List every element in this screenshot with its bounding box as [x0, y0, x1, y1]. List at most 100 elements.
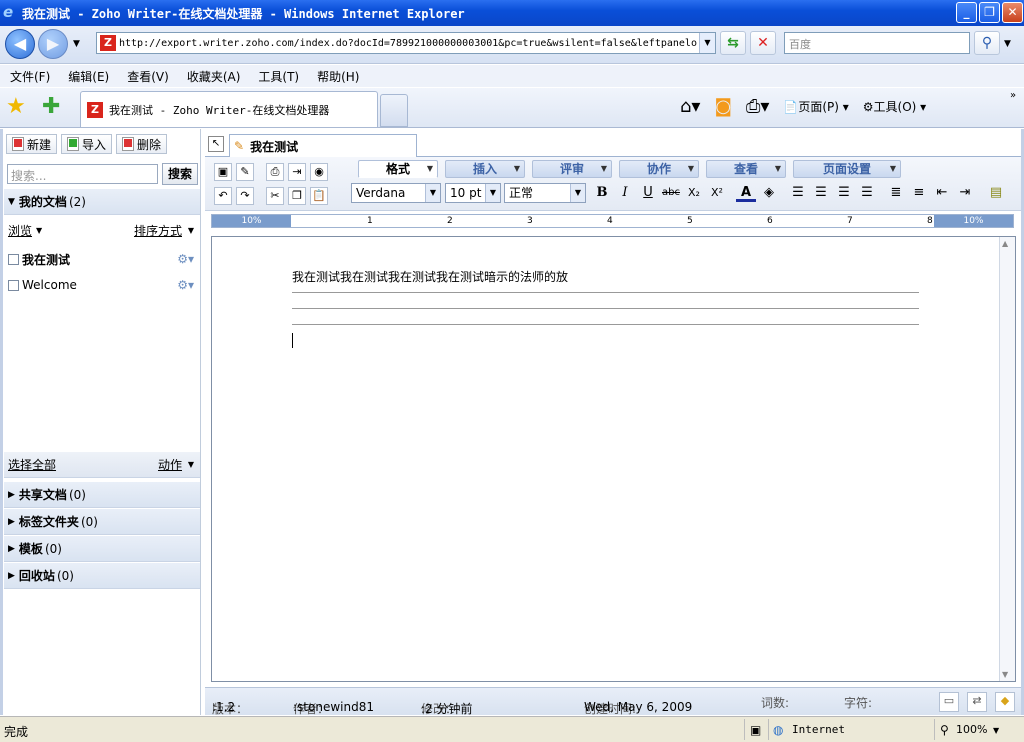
- numbered-list-icon[interactable]: ≣: [886, 184, 906, 202]
- actions-dropdown-icon[interactable]: ▼: [188, 460, 194, 469]
- gear-icon[interactable]: ⚙▾: [177, 278, 194, 292]
- paste-icon[interactable]: 📋: [310, 187, 328, 205]
- sort-link[interactable]: 排序方式: [134, 222, 182, 239]
- minimize-button[interactable]: _: [956, 2, 977, 23]
- doc-name[interactable]: 我在测试: [22, 251, 70, 268]
- import-button[interactable]: 导入: [61, 134, 113, 154]
- forward-button[interactable]: ▶: [38, 29, 68, 59]
- tab-insert[interactable]: 插入 ▼: [445, 160, 525, 178]
- save-icon[interactable]: ▣: [214, 163, 232, 181]
- align-center-icon[interactable]: ☰: [811, 184, 831, 202]
- font-size-select[interactable]: 10 pt ▼: [445, 183, 501, 203]
- scroll-down-icon[interactable]: ▼: [1002, 670, 1008, 679]
- bold-icon[interactable]: B: [592, 184, 612, 202]
- tab-view[interactable]: 查看 ▼: [706, 160, 786, 178]
- outdent-icon[interactable]: ⇤: [932, 184, 952, 202]
- chevron-right-icon[interactable]: »: [1010, 90, 1016, 101]
- font-family-select[interactable]: Verdana ▼: [351, 183, 441, 203]
- page-icon[interactable]: ▤: [986, 184, 1006, 202]
- doc-search-button[interactable]: 搜索: [162, 163, 198, 185]
- copy-icon[interactable]: ❐: [288, 187, 306, 205]
- highlight-icon[interactable]: ◈: [759, 184, 779, 202]
- save-as-icon[interactable]: ✎: [236, 163, 254, 181]
- print-icon[interactable]: ⎙▾: [746, 96, 769, 117]
- gear-icon[interactable]: ⚙▾: [177, 252, 194, 266]
- paragraph-style-select[interactable]: 正常 ▼: [504, 183, 586, 203]
- zoom-icon[interactable]: ⚲: [940, 723, 949, 737]
- doc-name[interactable]: Welcome: [22, 278, 77, 292]
- menu-file[interactable]: 文件(F): [10, 68, 50, 85]
- doc-tab[interactable]: ✎ 我在测试: [229, 134, 417, 158]
- trash-section[interactable]: ▶ 回收站 (0): [4, 563, 200, 589]
- document-canvas[interactable]: 我在测试我在测试我在测试我在测试暗示的法师的放 ▲ ▼: [211, 236, 1016, 682]
- back-button[interactable]: ◀: [5, 29, 35, 59]
- comment-icon[interactable]: ▭: [939, 692, 959, 712]
- doc-search-input[interactable]: 搜索...: [7, 164, 158, 184]
- align-right-icon[interactable]: ☰: [834, 184, 854, 202]
- stop-button[interactable]: ✕: [750, 31, 776, 55]
- menu-view[interactable]: 查看(V): [127, 68, 169, 85]
- scroll-up-icon[interactable]: ▲: [1002, 239, 1008, 248]
- page-menu-button[interactable]: 📄页面(P) ▾: [783, 98, 848, 115]
- list-item[interactable]: Welcome ⚙▾: [4, 273, 200, 297]
- redo-icon[interactable]: ↷: [236, 187, 254, 205]
- doc-checkbox[interactable]: [8, 253, 19, 265]
- rss-icon[interactable]: ◙: [714, 96, 731, 117]
- indent-icon[interactable]: ⇥: [955, 184, 975, 202]
- address-input[interactable]: Z http://export.writer.zoho.com/index.do…: [96, 32, 716, 54]
- browse-dropdown-icon[interactable]: ▼: [36, 226, 42, 235]
- history-dropdown-icon[interactable]: ▼: [73, 39, 80, 49]
- export-icon[interactable]: ⇥: [288, 163, 306, 181]
- close-button[interactable]: ✕: [1002, 2, 1023, 23]
- menu-help[interactable]: 帮助(H): [317, 68, 359, 85]
- maximize-button[interactable]: ❐: [979, 2, 1000, 23]
- tab-page-setup[interactable]: 页面设置 ▼: [793, 160, 901, 178]
- address-dropdown-icon[interactable]: ▼: [699, 33, 715, 53]
- tag-icon[interactable]: ◆: [995, 692, 1015, 712]
- ruler-right-margin[interactable]: 10%: [934, 215, 1013, 227]
- protected-mode-icon[interactable]: ▣: [750, 723, 761, 737]
- share-icon[interactable]: ⇄: [967, 692, 987, 712]
- document-text[interactable]: 我在测试我在测试我在测试我在测试暗示的法师的放: [292, 268, 568, 285]
- cut-icon[interactable]: ✂: [266, 187, 284, 205]
- italic-icon[interactable]: I: [615, 184, 635, 202]
- browse-link[interactable]: 浏览: [8, 222, 32, 239]
- refresh-button[interactable]: ⇆: [720, 31, 746, 55]
- menu-tools[interactable]: 工具(T): [258, 68, 299, 85]
- search-input[interactable]: 百度: [784, 32, 970, 54]
- my-docs-section[interactable]: ▼ 我的文档 (2): [4, 189, 200, 215]
- tab-collaborate[interactable]: 协作 ▼: [619, 160, 699, 178]
- shared-docs-section[interactable]: ▶ 共享文档 (0): [4, 482, 200, 508]
- home-icon[interactable]: ⌂▾: [680, 96, 700, 117]
- strikethrough-icon[interactable]: abc: [661, 184, 681, 202]
- actions-link[interactable]: 动作: [158, 456, 182, 473]
- align-left-icon[interactable]: ☰: [788, 184, 808, 202]
- tools-menu-button[interactable]: ⚙工具(O) ▾: [863, 98, 926, 115]
- zoom-dropdown-icon[interactable]: ▼: [993, 726, 999, 735]
- doc-checkbox[interactable]: [8, 279, 19, 291]
- justify-icon[interactable]: ☰: [857, 184, 877, 202]
- search-go-button[interactable]: ⚲: [974, 31, 1000, 55]
- print-doc-icon[interactable]: ⎙: [266, 163, 284, 181]
- templates-section[interactable]: ▶ 模板 (0): [4, 536, 200, 562]
- ruler[interactable]: 10% 10% 1 2 3 4 5 6 7 8: [211, 214, 1014, 228]
- new-tab-button[interactable]: [380, 94, 408, 127]
- delete-button[interactable]: 删除: [116, 134, 168, 154]
- add-favorite-icon[interactable]: ✚: [42, 94, 60, 119]
- tab-review[interactable]: 评审 ▼: [532, 160, 612, 178]
- search-options-icon[interactable]: ▼: [1004, 39, 1011, 49]
- subscript-icon[interactable]: X₂: [684, 184, 704, 202]
- superscript-icon[interactable]: X²: [707, 184, 727, 202]
- undo-icon[interactable]: ↶: [214, 187, 232, 205]
- browser-tab-active[interactable]: Z 我在测试 - Zoho Writer-在线文档处理器: [80, 91, 378, 127]
- sort-dropdown-icon[interactable]: ▼: [188, 226, 194, 235]
- select-all-link[interactable]: 选择全部: [8, 456, 56, 473]
- tab-format[interactable]: 格式 ▼: [358, 160, 438, 178]
- preview-icon[interactable]: ◉: [310, 163, 328, 181]
- tag-folders-section[interactable]: ▶ 标签文件夹 (0): [4, 509, 200, 535]
- ruler-left-margin[interactable]: 10%: [212, 215, 291, 227]
- list-item[interactable]: 我在测试 ⚙▾: [4, 247, 200, 271]
- vertical-scrollbar[interactable]: ▲ ▼: [999, 237, 1015, 681]
- collapse-panel-icon[interactable]: ↖: [208, 136, 224, 152]
- favorites-star-icon[interactable]: ★: [6, 94, 26, 119]
